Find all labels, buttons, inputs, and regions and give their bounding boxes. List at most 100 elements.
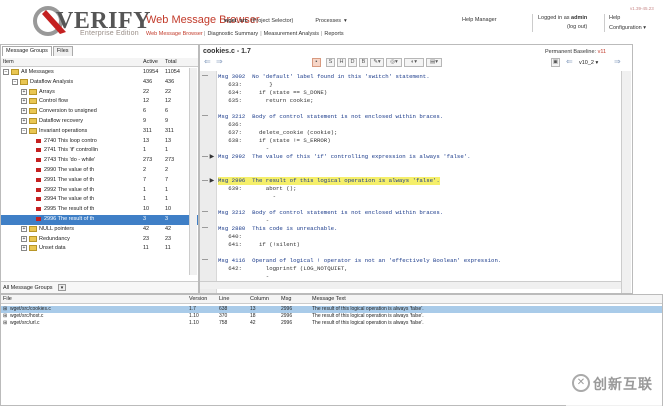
- diagnostic-message[interactable]: Msg 4116 Operand of logical ! operator i…: [218, 257, 501, 265]
- tree-item[interactable]: 2994 The value of th 1 1: [1, 195, 198, 205]
- forward-arrow-icon[interactable]: ⇒: [614, 57, 621, 66]
- cell-line: 758: [219, 320, 228, 326]
- tree-item[interactable]: 2740 This loop contro 13 13: [1, 137, 198, 147]
- table-row[interactable]: ⊞ wget/src/cookies.c 1.7 638 13 2996 The resul…: [1, 306, 662, 313]
- expand-toggle-icon[interactable]: +: [21, 235, 27, 242]
- tab-message-groups[interactable]: Message Groups: [2, 46, 52, 56]
- tree-item[interactable]: + NULL pointers 42 42: [1, 225, 198, 235]
- expand-toggle-icon[interactable]: +: [21, 225, 27, 232]
- tree-item[interactable]: + Arrays 22 22: [1, 88, 198, 98]
- cell-msg: 2996: [281, 306, 293, 312]
- expand-toggle-icon[interactable]: −: [12, 78, 18, 85]
- tree-item[interactable]: − Dataflow Analysis 436 436: [1, 78, 198, 88]
- expand-toggle-icon[interactable]: +: [21, 98, 27, 105]
- nav-diagnostic-summary[interactable]: Diagnostic Summary: [207, 31, 258, 37]
- message-icon: [36, 158, 41, 163]
- col-msg[interactable]: Msg: [281, 296, 291, 302]
- tool-h-button[interactable]: H: [337, 58, 346, 67]
- expand-toggle-icon[interactable]: +: [21, 108, 27, 115]
- tool-view-button[interactable]: ◐▾: [404, 58, 424, 67]
- expand-toggle-icon[interactable]: ⊞: [3, 306, 7, 312]
- back-arrow-icon[interactable]: ⇐: [204, 57, 211, 66]
- col-total[interactable]: Total: [165, 59, 177, 65]
- tree-item-label: Dataflow Analysis: [30, 78, 74, 85]
- help-manager-link[interactable]: Help Manager: [462, 17, 497, 23]
- group-filter: All Message Groups ▾: [1, 281, 198, 293]
- flag-icon[interactable]: ▪: [312, 58, 321, 67]
- tree-item[interactable]: + Dataflow recovery 9 9: [1, 117, 198, 127]
- chevron-down-icon[interactable]: ▾: [58, 284, 66, 291]
- tree-item[interactable]: − All Messages 10954 11054: [1, 68, 198, 78]
- tool-s-button[interactable]: S: [326, 58, 335, 67]
- folder-icon: [11, 69, 19, 75]
- tab-files[interactable]: Files: [52, 46, 73, 56]
- code-hscrollbar[interactable]: [200, 281, 621, 289]
- col-item[interactable]: Item: [3, 59, 14, 65]
- col-version[interactable]: Version: [189, 296, 207, 302]
- code-scrollbar[interactable]: [621, 71, 631, 293]
- message-marker-icon[interactable]: —: [202, 73, 208, 79]
- diagnostic-message[interactable]: Msg 3212 Body of control statement is no…: [218, 209, 443, 217]
- message-marker-icon[interactable]: — ▶: [202, 177, 214, 184]
- nav-reports[interactable]: Reports: [324, 31, 343, 37]
- tree-item[interactable]: 2743 This 'do - while' 273 273: [1, 156, 198, 166]
- forward-arrow-icon[interactable]: ⇒: [216, 57, 223, 66]
- message-marker-icon[interactable]: —: [202, 113, 208, 119]
- expand-toggle-icon[interactable]: −: [21, 127, 27, 134]
- version-select[interactable]: v10_2 ▾: [579, 60, 598, 66]
- processes-menu[interactable]: Processes: [315, 18, 341, 24]
- table-row[interactable]: ⊞ wget/src/url.c 1.10 758 42 2996 The result o…: [1, 320, 662, 327]
- logged-in-status: Logged in as admin: [538, 15, 588, 21]
- tree-item[interactable]: 2995 The result of th 10 10: [1, 205, 198, 215]
- help-link[interactable]: Help: [609, 15, 620, 21]
- logout-link[interactable]: (log out): [567, 24, 587, 30]
- tree-item[interactable]: 2990 The value of th 2 2: [1, 166, 198, 176]
- app-subtitle-link[interactable]: Web Message Browser: [146, 31, 203, 37]
- tree-item[interactable]: 2991 The value of th 7 7: [1, 176, 198, 186]
- tree-item[interactable]: + Redundancy 23 23: [1, 235, 198, 245]
- cell-file: wget/src/url.c: [10, 320, 40, 326]
- message-marker-icon[interactable]: — ▶: [202, 153, 214, 160]
- message-marker-icon[interactable]: —: [202, 257, 208, 263]
- image-icon[interactable]: ▣: [551, 58, 560, 67]
- diagnostic-message[interactable]: Msg 3212 Body of control statement is no…: [218, 113, 443, 121]
- tree-item[interactable]: 2992 The value of th 1 1: [1, 186, 198, 196]
- tree-item[interactable]: 2741 This 'if' controllin 1 1: [1, 146, 198, 156]
- tree-item[interactable]: + Unset data 11 11: [1, 244, 198, 254]
- message-marker-icon[interactable]: —: [202, 225, 208, 231]
- expand-toggle-icon[interactable]: ⊞: [3, 320, 7, 326]
- diagnostic-message[interactable]: Msg 2992 The value of this 'if' controll…: [218, 153, 471, 161]
- expand-toggle-icon[interactable]: +: [21, 88, 27, 95]
- message-marker-icon[interactable]: —: [202, 209, 208, 215]
- col-column[interactable]: Column: [250, 296, 269, 302]
- tree-item[interactable]: + Control flow 12 12: [1, 97, 198, 107]
- col-active[interactable]: Active: [143, 59, 158, 65]
- tool-b-button[interactable]: B: [359, 58, 368, 67]
- expand-toggle-icon[interactable]: +: [21, 117, 27, 124]
- expand-toggle-icon[interactable]: +: [21, 245, 27, 252]
- expand-toggle-icon[interactable]: −: [3, 69, 9, 75]
- baseline-value[interactable]: v11: [598, 49, 606, 55]
- tree-item[interactable]: 2996 The result of th 3 3: [1, 214, 198, 225]
- tree-item[interactable]: − Invariant operations 311 311: [1, 127, 198, 137]
- chevron-down-icon[interactable]: ▾: [643, 25, 646, 31]
- diagnostic-message[interactable]: Msg 2996 The result of this logical oper…: [218, 177, 440, 185]
- table-row[interactable]: ⊞ wget/src/host.c 1.10 370 18 2996 The result …: [1, 313, 662, 320]
- col-message-text[interactable]: Message Text: [312, 296, 346, 302]
- col-line[interactable]: Line: [219, 296, 229, 302]
- project-selector-link[interactable]: (Project Selector): [251, 18, 294, 24]
- diagnostic-message[interactable]: Msg 2880 This code is unreachable.: [218, 225, 337, 233]
- diagnostic-message[interactable]: Msg 3002 No 'default' label found in thi…: [218, 73, 430, 81]
- nav-measurement-analysis[interactable]: Measurement Analysis: [264, 31, 319, 37]
- tool-d-button[interactable]: D: [348, 58, 357, 67]
- chevron-down-icon[interactable]: ▾: [344, 18, 347, 24]
- expand-toggle-icon[interactable]: ⊞: [3, 313, 7, 319]
- tree-item[interactable]: + Conversion to unsigned 6 6: [1, 107, 198, 117]
- configuration-menu[interactable]: Configuration ▾: [609, 25, 646, 31]
- back-arrow-icon[interactable]: ⇐: [566, 57, 573, 66]
- tool-filter-button[interactable]: ◎▾: [386, 58, 402, 67]
- tool-export-button[interactable]: ▤▾: [426, 58, 442, 67]
- tool-edit-button[interactable]: ✎▾: [370, 58, 384, 67]
- col-file[interactable]: File: [3, 296, 12, 302]
- left-scrollbar[interactable]: [189, 68, 197, 275]
